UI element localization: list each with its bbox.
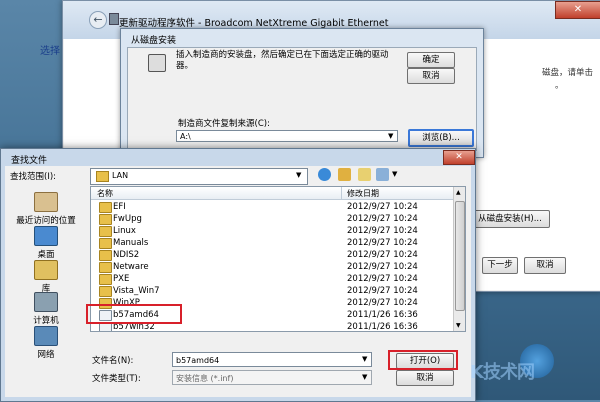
folder-icon	[99, 262, 112, 273]
file-date: 2012/9/27 10:24	[347, 250, 418, 260]
table-row[interactable]: Manuals 2012/9/27 10:24	[91, 237, 453, 249]
library-icon	[34, 260, 58, 280]
place-recent[interactable]: 最近访问的位置	[8, 192, 84, 226]
file-name: Vista_Win7	[113, 286, 160, 296]
file-name: EFI	[113, 202, 126, 212]
folder-icon	[99, 238, 112, 249]
folder-icon	[99, 226, 112, 237]
cancel-button[interactable]: 取消	[524, 257, 566, 274]
file-name: Linux	[113, 226, 136, 236]
source-path-combo[interactable]: A:\	[176, 130, 398, 142]
watermark-text: K技术网	[470, 362, 535, 383]
file-type-label: 文件类型(T):	[92, 374, 141, 384]
file-name-label: 文件名(N):	[92, 356, 134, 366]
new-folder-icon[interactable]	[358, 168, 371, 181]
ok-button[interactable]: 确定	[407, 52, 455, 68]
selected-file-highlight	[86, 304, 182, 324]
file-type-select[interactable]: 安装信息 (*.inf)	[172, 370, 372, 385]
file-name: Netware	[113, 262, 149, 272]
chevron-down-icon[interactable]: ▼	[388, 132, 393, 140]
file-name: PXE	[113, 274, 130, 284]
column-date-header[interactable]: 修改日期	[347, 188, 379, 199]
place-label: 计算机	[33, 316, 59, 326]
computer-icon	[34, 292, 58, 312]
dialog-title: 从磁盘安装	[131, 36, 177, 46]
file-date: 2012/9/27 10:24	[347, 238, 418, 248]
table-row[interactable]: PXE 2012/9/27 10:24	[91, 273, 453, 285]
folder-icon	[96, 171, 109, 182]
folder-icon	[99, 250, 112, 261]
open-button-highlight	[388, 350, 458, 370]
disk-drive-icon	[148, 54, 166, 72]
close-icon[interactable]: ✕	[443, 150, 475, 165]
file-date: 2011/1/26 16:36	[347, 310, 418, 320]
file-list-header: 名称 修改日期	[91, 187, 453, 200]
file-date: 2012/9/27 10:24	[347, 262, 418, 272]
chevron-down-icon[interactable]: ▼	[296, 171, 301, 179]
file-name: FwUpg	[113, 214, 142, 224]
recent-icon	[34, 192, 58, 212]
place-label: 最近访问的位置	[16, 216, 76, 226]
cancel-button[interactable]: 取消	[407, 68, 455, 84]
scroll-down-icon[interactable]: ▼	[456, 322, 461, 329]
table-row[interactable]: NDIS2 2012/9/27 10:24	[91, 249, 453, 261]
table-row[interactable]: EFI 2012/9/27 10:24	[91, 201, 453, 213]
place-label: 网络	[37, 350, 55, 360]
file-date: 2012/9/27 10:24	[347, 214, 418, 224]
page-heading: 选择	[40, 46, 60, 57]
instruction-fragment-end: 。	[555, 81, 564, 91]
folder-icon	[99, 214, 112, 225]
desktop-icon	[34, 226, 58, 246]
place-network[interactable]: 网络	[8, 326, 84, 360]
next-button[interactable]: 下一步	[482, 257, 518, 274]
chevron-down-icon[interactable]: ▼	[392, 170, 397, 178]
file-date: 2012/9/27 10:24	[347, 202, 418, 212]
chevron-down-icon[interactable]: ▼	[362, 373, 367, 381]
scroll-up-icon[interactable]: ▲	[456, 189, 461, 196]
cancel-button[interactable]: 取消	[396, 370, 454, 386]
folder-icon	[99, 274, 112, 285]
browse-button[interactable]: 浏览(B)...	[408, 129, 474, 147]
file-date: 2012/9/27 10:24	[347, 298, 418, 308]
up-folder-icon[interactable]	[338, 168, 351, 181]
place-computer[interactable]: 计算机	[8, 292, 84, 326]
chevron-down-icon[interactable]: ▼	[362, 355, 367, 363]
back-icon[interactable]	[318, 168, 331, 181]
file-name-input[interactable]: b57amd64	[172, 352, 372, 367]
look-in-value: LAN	[112, 171, 129, 180]
back-arrow-icon[interactable]: ←	[89, 11, 107, 29]
file-date: 2012/9/27 10:24	[347, 274, 418, 284]
table-row[interactable]: Vista_Win7 2012/9/27 10:24	[91, 285, 453, 297]
place-desktop[interactable]: 桌面	[8, 226, 84, 260]
file-name: Manuals	[113, 238, 149, 248]
device-icon	[109, 13, 119, 25]
window-title: 更新驱动程序软件 - Broadcom NetXtreme Gigabit Et…	[119, 18, 389, 29]
dialog-title: 查找文件	[11, 156, 48, 166]
file-date: 2011/1/26 16:36	[347, 322, 418, 332]
from-disk-button[interactable]: 从磁盘安装(H)...	[470, 210, 550, 228]
file-date: 2012/9/27 10:24	[347, 226, 418, 236]
close-icon[interactable]: ✕	[555, 1, 600, 19]
look-in-label: 查找范围(I):	[10, 172, 57, 182]
view-menu-icon[interactable]	[376, 168, 389, 181]
folder-icon	[99, 286, 112, 297]
vertical-scrollbar[interactable]: ▲ ▼	[453, 187, 465, 331]
file-name: NDIS2	[113, 250, 140, 260]
insert-disk-message: 插入制造商的安装盘，然后确定已在下面选定正确的驱动器。	[176, 50, 389, 71]
source-label: 制造商文件复制来源(C):	[178, 119, 270, 129]
place-library[interactable]: 库	[8, 260, 84, 294]
column-name-header[interactable]: 名称	[97, 188, 113, 199]
instruction-fragment: 磁盘，请单击	[542, 68, 594, 78]
folder-icon	[99, 202, 112, 213]
table-row[interactable]: Linux 2012/9/27 10:24	[91, 225, 453, 237]
scroll-thumb[interactable]	[455, 201, 465, 311]
file-date: 2012/9/27 10:24	[347, 286, 418, 296]
table-row[interactable]: FwUpg 2012/9/27 10:24	[91, 213, 453, 225]
place-label: 桌面	[37, 250, 55, 260]
network-icon	[34, 326, 58, 346]
table-row[interactable]: Netware 2012/9/27 10:24	[91, 261, 453, 273]
places-bar: 最近访问的位置 桌面 库 计算机 网络	[8, 186, 84, 366]
